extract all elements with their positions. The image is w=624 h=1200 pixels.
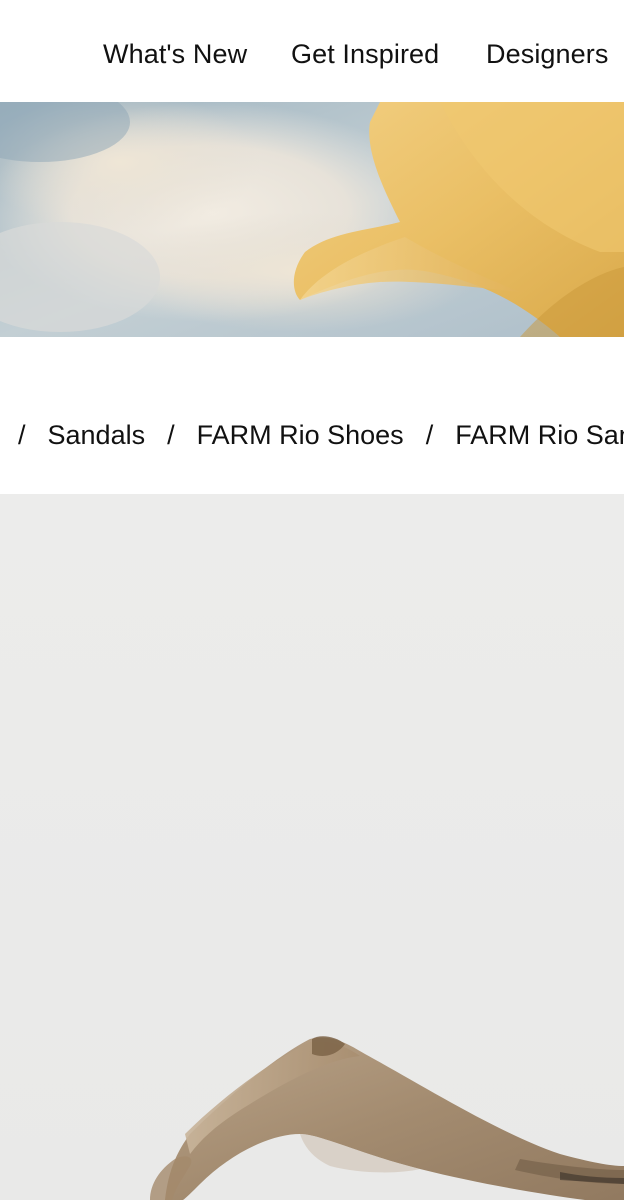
nav-item-designers[interactable]: Designers: [486, 38, 608, 70]
hero-banner[interactable]: [0, 102, 624, 337]
hero-banner-image: [0, 102, 624, 337]
nav-item-whats-new[interactable]: What's New: [103, 38, 247, 70]
breadcrumb-separator: /: [167, 420, 175, 450]
breadcrumb: /Sandals/FARM Rio Shoes/FARM Rio Sandals: [0, 337, 624, 494]
breadcrumb-item-sandals[interactable]: Sandals: [48, 419, 168, 451]
breadcrumb-separator: /: [425, 420, 434, 450]
product-image[interactable]: [0, 494, 624, 1200]
breadcrumb-item-farm-rio-sandals[interactable]: FARM Rio Sandals: [455, 419, 624, 451]
breadcrumb-item-farm-rio-shoes[interactable]: FARM Rio Shoes: [197, 419, 426, 451]
top-navigation: What's New Get Inspired Designers: [0, 0, 624, 102]
breadcrumb-row: /Sandals/FARM Rio Shoes/FARM Rio Sandals: [18, 419, 624, 451]
breadcrumb-separator: /: [18, 420, 26, 450]
nav-item-get-inspired[interactable]: Get Inspired: [291, 38, 439, 70]
sandal-photo: [0, 494, 624, 1200]
